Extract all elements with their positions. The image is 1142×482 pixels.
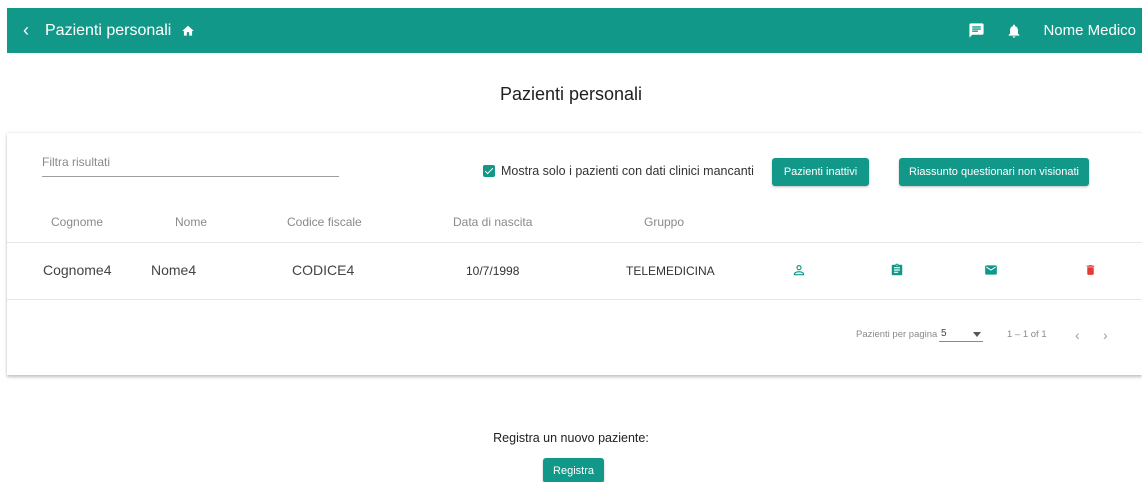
filter-input[interactable]: Filtra risultati	[42, 155, 339, 177]
per-page-select[interactable]: 5	[939, 325, 983, 342]
checkbox-checked-icon[interactable]	[483, 165, 495, 177]
per-page-value: 5	[941, 328, 947, 339]
missing-data-checkbox-label: Mostra solo i pazienti con dati clinici …	[501, 164, 754, 178]
chevron-down-icon	[973, 332, 981, 337]
cell-codice-fiscale: CODICE4	[292, 262, 355, 278]
prev-page-button[interactable]: ‹	[1075, 327, 1080, 343]
column-header-data-nascita[interactable]: Data di nascita	[453, 215, 532, 229]
unseen-questionnaires-button[interactable]: Riassunto questionari non visionati	[899, 158, 1089, 186]
delete-icon[interactable]	[1083, 263, 1097, 277]
chat-icon[interactable]	[967, 22, 985, 40]
cell-data-nascita: 10/7/1998	[466, 264, 520, 278]
column-header-gruppo[interactable]: Gruppo	[644, 215, 684, 229]
next-page-button[interactable]: ›	[1103, 327, 1108, 343]
cell-cognome: Cognome4	[43, 262, 112, 278]
home-icon[interactable]	[181, 24, 195, 38]
back-button[interactable]: ‹	[7, 8, 45, 53]
person-icon[interactable]	[792, 263, 806, 277]
missing-data-checkbox[interactable]: Mostra solo i pazienti con dati clinici …	[483, 164, 754, 178]
per-page-label: Pazienti per pagina	[856, 329, 938, 340]
cell-nome: Nome4	[151, 262, 197, 278]
row-divider	[7, 299, 1142, 300]
page-range: 1 – 1 of 1	[1007, 329, 1047, 340]
register-label: Registra un nuovo paziente:	[493, 431, 649, 445]
doctor-name[interactable]: Nome Medico	[1043, 22, 1136, 39]
cell-gruppo: TELEMEDICINA	[626, 264, 715, 278]
clipboard-icon[interactable]	[890, 263, 904, 277]
app-toolbar: ‹ Pazienti personali Nome Medico	[7, 8, 1142, 53]
patients-card: Filtra risultati Mostra solo i pazienti …	[7, 133, 1142, 375]
register-button[interactable]: Registra	[543, 458, 604, 482]
column-header-cognome[interactable]: Cognome	[51, 215, 103, 229]
page-title: Pazienti personali	[499, 84, 643, 104]
notifications-icon[interactable]	[1005, 22, 1023, 40]
toolbar-title: Pazienti personali	[45, 21, 172, 39]
inactive-patients-button[interactable]: Pazienti inattivi	[772, 158, 869, 186]
header-divider	[7, 242, 1142, 243]
column-header-codice-fiscale[interactable]: Codice fiscale	[287, 215, 362, 229]
mail-icon[interactable]	[984, 263, 998, 277]
column-header-nome[interactable]: Nome	[175, 215, 207, 229]
